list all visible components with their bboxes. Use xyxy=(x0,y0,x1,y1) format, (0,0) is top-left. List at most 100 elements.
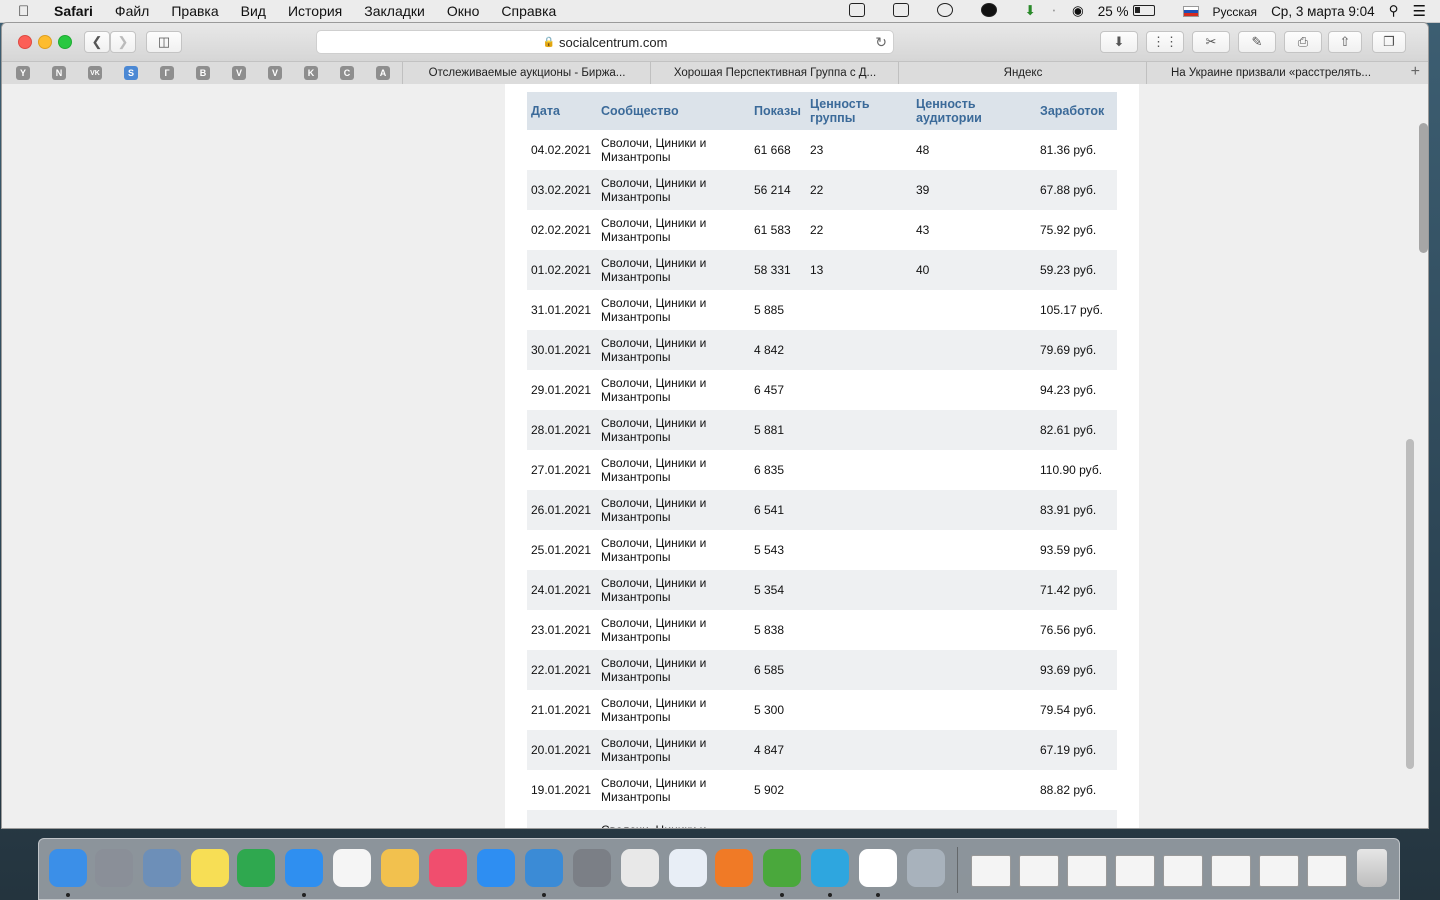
new-tab-icon[interactable]: + xyxy=(1411,62,1420,82)
music-icon[interactable] xyxy=(429,849,467,887)
spotlight-icon[interactable]: ⚲ xyxy=(1389,3,1399,19)
zoom-window-button[interactable] xyxy=(58,35,72,49)
favorite-n-icon[interactable]: N xyxy=(52,66,66,80)
tabs-overview-button[interactable]: ❐ xyxy=(1372,31,1406,53)
battery-percent[interactable]: 25 % xyxy=(1098,4,1129,19)
safari-icon[interactable] xyxy=(285,849,323,887)
cell-community: Сволочи, Циники и Мизантропы xyxy=(601,216,707,244)
table-row: 26.01.2021 Сволочи, Циники и Мизантропы 6 … xyxy=(527,490,1117,530)
cell-audience-value xyxy=(912,770,1036,810)
status-icon-2[interactable] xyxy=(892,2,923,20)
firefox-icon[interactable] xyxy=(715,849,753,887)
header-audience-value[interactable]: Ценность аудитории xyxy=(912,92,1036,130)
clipper-button[interactable]: ✂ xyxy=(1192,31,1230,53)
minimized-window-5-icon[interactable] xyxy=(1163,855,1203,887)
menu-help[interactable]: Справка xyxy=(501,3,556,19)
extensions-button[interactable]: ⋮⋮ xyxy=(1146,31,1184,53)
status-icon-1[interactable] xyxy=(848,2,879,20)
minimized-window-1-icon[interactable] xyxy=(971,855,1011,887)
header-earnings[interactable]: Заработок xyxy=(1036,92,1117,130)
menu-app-name[interactable]: Safari xyxy=(54,3,93,19)
telegram-icon[interactable] xyxy=(811,849,849,887)
cell-earnings: 79.54 руб. xyxy=(1040,703,1097,717)
mail-eagle-icon[interactable] xyxy=(143,849,181,887)
numbers-icon[interactable] xyxy=(237,849,275,887)
cell-date: 01.02.2021 xyxy=(527,250,597,290)
launchpad-icon[interactable] xyxy=(95,849,133,887)
info-icon[interactable] xyxy=(936,2,967,20)
minimized-window-7-icon[interactable] xyxy=(1259,855,1299,887)
trash-icon[interactable] xyxy=(1357,849,1387,887)
downloads-button[interactable]: ⬇ xyxy=(1100,31,1138,53)
calendar-icon[interactable] xyxy=(333,849,371,887)
back-button[interactable]: ❮ xyxy=(84,31,110,53)
cell-group-value: 22 xyxy=(806,170,912,210)
favorite-g-icon[interactable]: Г xyxy=(160,66,174,80)
share-button[interactable]: ⇧ xyxy=(1328,31,1362,53)
favorite-a-icon[interactable]: A xyxy=(376,66,390,80)
menu-clock[interactable]: Ср, 3 марта 9:04 xyxy=(1271,4,1375,19)
menu-edit[interactable]: Правка xyxy=(171,3,218,19)
favorite-v-icon[interactable]: V xyxy=(232,66,246,80)
favorite-y-icon[interactable]: Y xyxy=(16,66,30,80)
green-app-icon[interactable] xyxy=(763,849,801,887)
menu-window[interactable]: Окно xyxy=(447,3,480,19)
cell-group-value xyxy=(806,450,912,490)
window-scrollbar-thumb[interactable] xyxy=(1419,123,1428,253)
j-app-icon[interactable] xyxy=(859,849,897,887)
minimized-window-8-icon[interactable] xyxy=(1307,855,1347,887)
wifi-icon[interactable]: ◉ xyxy=(1072,3,1084,19)
print-button[interactable]: ⎙ xyxy=(1284,31,1322,53)
app-store-icon[interactable] xyxy=(477,849,515,887)
favorite-c-icon[interactable]: C xyxy=(340,66,354,80)
tab-auctions[interactable]: Отслеживаемые аукционы - Биржа... xyxy=(402,62,651,84)
address-bar[interactable]: 🔒 socialcentrum.com ↻ xyxy=(316,30,894,54)
safari-window: ❮ ❯ ◫ 🔒 socialcentrum.com ↻ ⬇ ⋮⋮ ✂ ✎ ⎙ ⇧… xyxy=(2,23,1428,828)
menu-view[interactable]: Вид xyxy=(241,3,266,19)
favorite-v2-icon[interactable]: V xyxy=(268,66,282,80)
reload-icon[interactable]: ↻ xyxy=(875,34,887,51)
tab-yandex[interactable]: Яндекс xyxy=(898,62,1147,84)
photos-icon[interactable] xyxy=(381,849,419,887)
preview-icon[interactable] xyxy=(525,849,563,887)
system-preferences-icon[interactable] xyxy=(573,849,611,887)
input-source[interactable]: Русская xyxy=(1182,4,1257,19)
bluetooth-icon[interactable]: ᛫ xyxy=(1050,4,1058,19)
cell-community: Сволочи, Циники и Мизантропы xyxy=(597,730,750,770)
favorite-b-icon[interactable]: B xyxy=(196,66,210,80)
battery-icon[interactable] xyxy=(1132,4,1169,19)
header-date[interactable]: Дата xyxy=(527,92,597,130)
tab-group[interactable]: Хорошая Перспективная Группа с Д... xyxy=(650,62,899,84)
page-scrollbar-thumb[interactable] xyxy=(1406,439,1414,769)
notes-icon[interactable] xyxy=(191,849,229,887)
cell-earnings: 105.17 руб. xyxy=(1040,303,1103,317)
minimize-window-button[interactable] xyxy=(38,35,52,49)
download-status-icon[interactable]: ⬇ xyxy=(1025,3,1036,19)
tab-news[interactable]: На Украине призвали «расстрелять... xyxy=(1146,62,1395,84)
sidebar-toggle-button[interactable]: ◫ xyxy=(146,31,182,53)
textedit-icon[interactable] xyxy=(621,849,659,887)
image-capture-icon[interactable] xyxy=(907,849,945,887)
menu-history[interactable]: История xyxy=(288,3,342,19)
menu-bookmarks[interactable]: Закладки xyxy=(364,3,425,19)
minimized-window-6-icon[interactable] xyxy=(1211,855,1251,887)
forward-button[interactable]: ❯ xyxy=(110,31,136,53)
close-window-button[interactable] xyxy=(18,35,32,49)
minimized-window-2-icon[interactable] xyxy=(1019,855,1059,887)
menu-file[interactable]: Файл xyxy=(115,3,149,19)
header-community[interactable]: Сообщество xyxy=(597,92,750,130)
favorite-s-icon[interactable]: S xyxy=(124,66,138,80)
favorite-vk-icon[interactable]: VK xyxy=(88,66,102,80)
minimized-window-4-icon[interactable] xyxy=(1115,855,1155,887)
annotate-button[interactable]: ✎ xyxy=(1238,31,1276,53)
apple-icon[interactable]:  xyxy=(18,3,40,20)
table-row: 22.01.2021 Сволочи, Циники и Мизантропы 6 … xyxy=(527,650,1117,690)
minimized-window-3-icon[interactable] xyxy=(1067,855,1107,887)
finder-icon[interactable] xyxy=(49,849,87,887)
favorite-k-icon[interactable]: K xyxy=(304,66,318,80)
notification-center-icon[interactable]: ☰ xyxy=(1413,2,1426,20)
header-group-value[interactable]: Ценность группы xyxy=(806,92,912,130)
activity-app-icon[interactable] xyxy=(669,849,707,887)
header-views[interactable]: Показы xyxy=(750,92,806,130)
telegram-status-icon[interactable] xyxy=(980,2,1011,20)
